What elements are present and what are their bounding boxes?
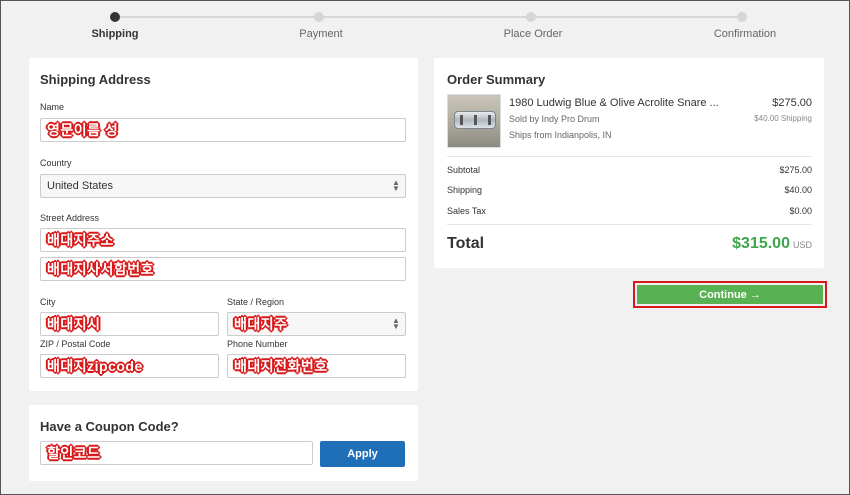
city-input[interactable]: 배대지시 <box>40 312 219 336</box>
step-dot-payment <box>314 12 324 22</box>
zip-postal-code-label: ZIP / Postal Code <box>40 339 111 349</box>
state-region-label: State / Region <box>227 297 285 307</box>
street-address-line2-input[interactable]: 배대지사서함번호 <box>40 257 406 281</box>
total-label: Total <box>447 235 485 252</box>
product-seller: Sold by Indy Pro Drum <box>509 114 600 124</box>
street-address-line2-value: 배대지사서함번호 <box>47 261 155 277</box>
name-value: 영문이름 성 <box>47 122 119 138</box>
order-summary-title: Order Summary <box>447 72 546 87</box>
zip-postal-code-value: 배대지zipcode <box>47 358 143 374</box>
street-address-line1-input[interactable]: 배대지주소 <box>40 228 406 252</box>
name-input[interactable]: 영문이름 성 <box>40 118 406 142</box>
subtotal-value: $275.00 <box>779 165 812 175</box>
phone-number-value: 배대지전화번호 <box>234 358 328 374</box>
state-region-value: 배대지주 <box>234 316 288 332</box>
total-value: $315.00 <box>732 235 790 252</box>
drum-lug <box>474 115 477 125</box>
drum-lug <box>460 115 463 125</box>
stepper-track <box>115 16 742 18</box>
product-thumbnail[interactable] <box>447 94 501 148</box>
apply-coupon-button[interactable]: Apply <box>320 441 405 467</box>
state-region-select[interactable]: 배대지주 ▲ ▼ <box>227 312 406 336</box>
product-price: $275.00 <box>772 97 812 109</box>
shipping-value: $40.00 <box>784 185 812 195</box>
drum-lug <box>488 115 491 125</box>
sales-tax-label: Sales Tax <box>447 206 486 216</box>
select-arrows-icon: ▲ ▼ <box>392 316 400 331</box>
product-ships-from: Ships from Indianpolis, IN <box>509 130 612 140</box>
street-address-label: Street Address <box>40 213 100 223</box>
select-arrows-icon: ▲ ▼ <box>392 178 400 193</box>
coupon-title: Have a Coupon Code? <box>40 419 179 434</box>
step-dot-place-order <box>526 12 536 22</box>
phone-number-label: Phone Number <box>227 339 288 349</box>
coupon-code-value: 할인코드 <box>47 445 101 461</box>
city-value: 배대지시 <box>47 316 101 332</box>
step-label-payment[interactable]: Payment <box>261 28 381 40</box>
continue-button[interactable]: Continue → <box>637 285 823 304</box>
summary-divider <box>447 156 812 157</box>
street-address-line1-value: 배대지주소 <box>47 232 114 248</box>
country-select[interactable]: United States ▲ ▼ <box>40 174 406 198</box>
product-shipping-cost: $40.00 Shipping <box>754 114 812 123</box>
shipping-label: Shipping <box>447 185 483 195</box>
country-label: Country <box>40 158 72 168</box>
continue-highlight: Continue → <box>633 281 827 308</box>
city-label: City <box>40 297 56 307</box>
total-divider <box>447 224 812 225</box>
total-currency: USD <box>792 240 812 250</box>
step-label-shipping[interactable]: Shipping <box>55 28 175 40</box>
step-dot-shipping <box>110 12 120 22</box>
shipping-address-card: Shipping Address Name 영문이름 성 Country Uni… <box>29 58 418 391</box>
coupon-card: Have a Coupon Code? 할인코드 Apply <box>29 405 418 481</box>
checkout-stepper: Shipping Payment Place Order Confirmatio… <box>1 1 850 51</box>
product-title[interactable]: 1980 Ludwig Blue & Olive Acrolite Snare … <box>509 97 719 109</box>
coupon-code-input[interactable]: 할인코드 <box>40 441 313 465</box>
phone-number-input[interactable]: 배대지전화번호 <box>227 354 406 378</box>
name-label: Name <box>40 102 65 112</box>
order-summary-card: Order Summary 1980 Ludwig Blue & Olive A… <box>434 58 824 268</box>
country-value: United States <box>47 180 114 192</box>
zip-postal-code-input[interactable]: 배대지zipcode <box>40 354 219 378</box>
total-amount: $315.00 USD <box>732 235 812 253</box>
shipping-address-title: Shipping Address <box>40 72 151 87</box>
step-dot-confirmation <box>737 12 747 22</box>
sales-tax-value: $0.00 <box>789 206 812 216</box>
step-label-confirmation[interactable]: Confirmation <box>685 28 805 40</box>
step-label-place-order[interactable]: Place Order <box>473 28 593 40</box>
subtotal-label: Subtotal <box>447 165 481 175</box>
